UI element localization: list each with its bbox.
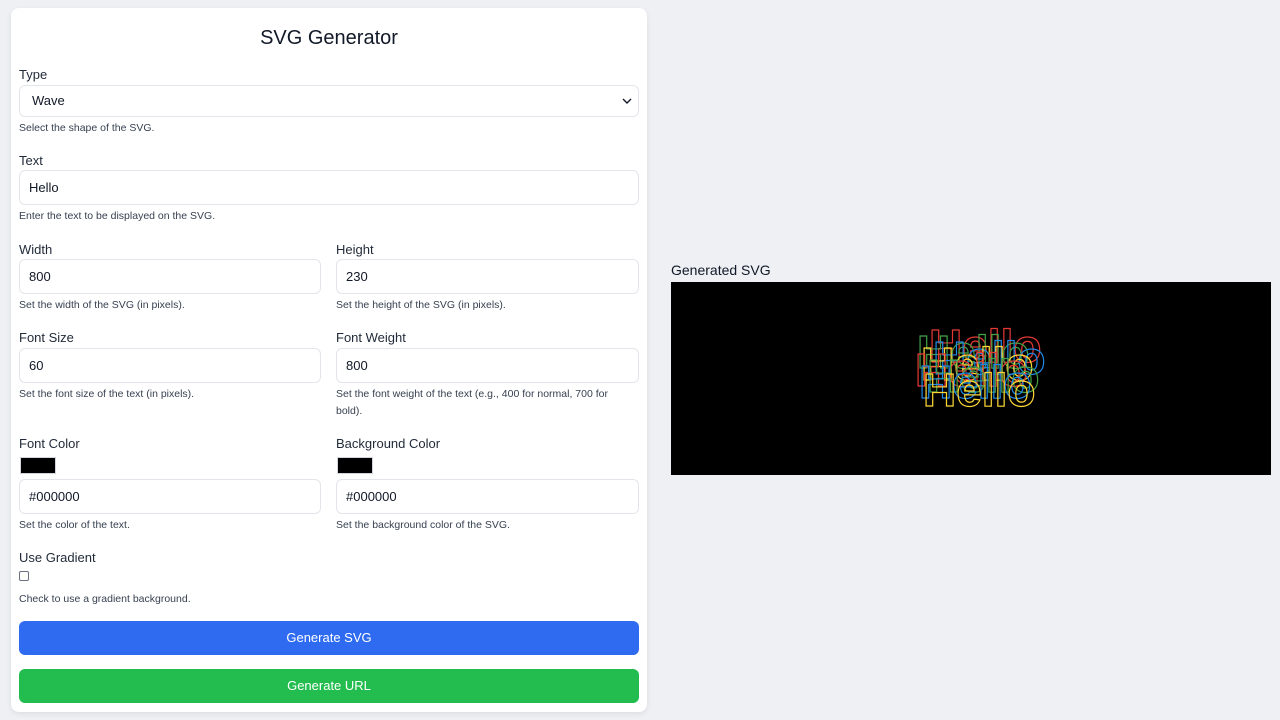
page-title: SVG Generator [260,27,398,49]
generate-svg-button[interactable]: Generate SVG [19,621,639,655]
use-gradient-checkbox[interactable] [19,571,29,581]
font-weight-input[interactable]: 800 [336,348,639,383]
background-color-label: Background Color [336,436,441,451]
height-input[interactable]: 230 [336,259,639,294]
font-size-input[interactable]: 60 [19,348,321,383]
background-color-picker[interactable] [337,457,373,474]
generated-svg-image: HelloHelloHelloHelloHelloHelloHelloHello [914,319,1046,416]
type-help-text: Select the shape of the SVG. [19,122,155,134]
width-input[interactable]: 800 [19,259,321,294]
font-size-help-text: Set the font size of the text (in pixels… [19,388,195,400]
use-gradient-label: Use Gradient [19,550,96,565]
generate-url-button[interactable]: Generate URL [19,669,639,703]
height-help-text: Set the height of the SVG (in pixels). [336,299,506,311]
font-color-picker[interactable] [20,457,56,474]
text-help-text: Enter the text to be displayed on the SV… [19,210,216,222]
font-color-label: Font Color [19,436,80,451]
background-color-help-text: Set the background color of the SVG. [336,519,510,531]
text-input[interactable]: Hello [19,170,639,205]
font-size-label: Font Size [19,330,74,345]
use-gradient-help-text: Check to use a gradient background. [19,593,191,605]
type-label: Type [19,67,48,82]
generated-svg-label: Generated SVG [671,262,771,278]
background-color-input[interactable]: #000000 [336,479,639,514]
chevron-down-icon [622,98,632,104]
wave-text-layer: Hello [923,364,1035,416]
width-help-text: Set the width of the SVG (in pixels). [19,299,185,311]
generated-svg-preview: Hello Hello Hello Hello Hello Hello Hello Hello [671,282,1271,475]
type-select-value: Wave [32,93,65,108]
text-label: Text [19,153,43,168]
font-weight-help-text: Set the font weight of the text (e.g., 4… [336,388,608,417]
font-color-input[interactable]: #000000 [19,479,321,514]
height-label: Height [336,242,374,257]
font-weight-label: Font Weight [336,330,406,345]
type-select[interactable]: Wave [19,85,639,117]
width-label: Width [19,242,53,257]
svg-generator-form-panel: SVG Generator Type Wave Select the shape… [11,8,647,712]
font-color-help-text: Set the color of the text. [19,519,130,531]
